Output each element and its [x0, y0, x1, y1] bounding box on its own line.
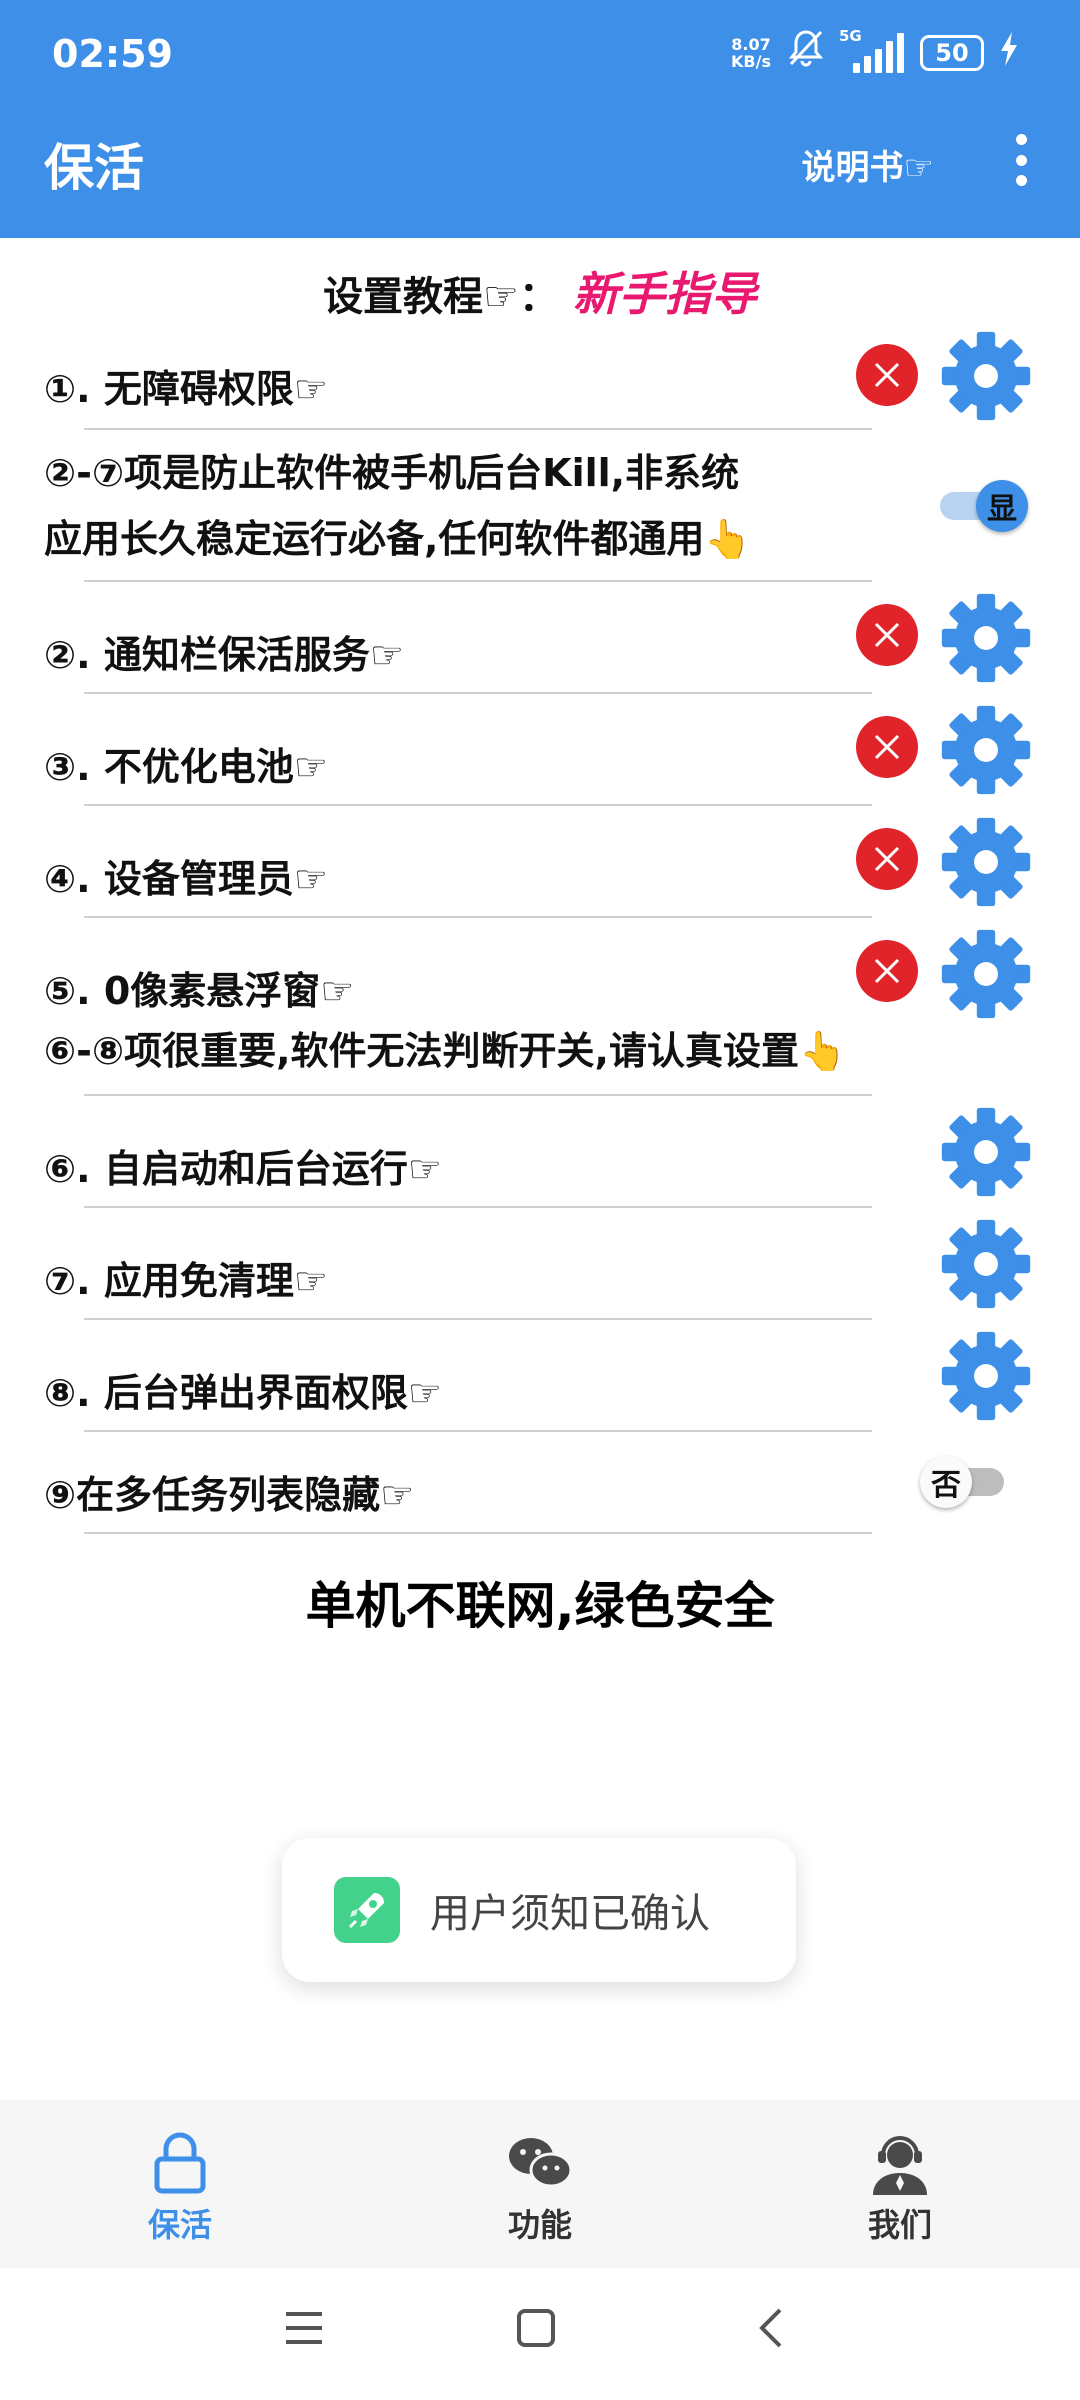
manual-link[interactable]: 说明书☞: [802, 140, 934, 189]
gear-icon[interactable]: [940, 1218, 1032, 1310]
hide-toggle-knob: 否: [920, 1456, 972, 1508]
divider: [84, 428, 872, 430]
device-admin-label: ④. 设备管理员☞: [44, 857, 328, 901]
charging-icon: [1000, 32, 1018, 73]
gear-icon[interactable]: [940, 592, 1032, 684]
lock-icon: [90, 2128, 270, 2198]
back-icon[interactable]: [752, 2308, 792, 2348]
divider: [84, 1532, 872, 1534]
gear-icon[interactable]: [940, 816, 1032, 908]
divider: [84, 804, 872, 806]
system-nav-bar: [0, 2268, 1080, 2400]
status-x-icon: [856, 828, 918, 890]
status-time: 02:59: [52, 32, 173, 76]
show-toggle[interactable]: 显: [936, 480, 1028, 532]
bottom-nav: 保活 功能 我们: [0, 2100, 1080, 2268]
show-toggle-knob: 显: [976, 480, 1028, 532]
gear-icon[interactable]: [940, 928, 1032, 1020]
toast: 用户须知已确认: [282, 1838, 796, 1982]
status-icons: 8.07 KB/s 5G 50: [731, 27, 1018, 77]
slogan: 单机不联网,绿色安全: [305, 1577, 775, 1635]
note-important: ⑥-⑧项很重要,软件无法判断开关,请认真设置👆: [44, 1029, 847, 1073]
status-x-icon: [856, 344, 918, 406]
accessibility-permission-label: ①. 无障碍权限☞: [44, 367, 328, 411]
gear-icon[interactable]: [940, 330, 1032, 422]
wechat-icon: [450, 2128, 630, 2198]
note-keepalive: ②-⑦项是防止软件被手机后台Kill,非系统 应用长久稳定运行必备,任何软件都通…: [44, 451, 752, 561]
divider: [84, 1206, 872, 1208]
menu-icon[interactable]: [284, 2308, 324, 2348]
rocket-icon: [334, 1877, 400, 1943]
signal-icon: 5G: [839, 27, 904, 73]
divider: [84, 692, 872, 694]
divider: [84, 1094, 872, 1096]
divider: [84, 916, 872, 918]
tutorial-label: 设置教程☞：: [323, 274, 559, 320]
net-speed: 8.07 KB/s: [731, 34, 771, 71]
gear-icon[interactable]: [940, 1106, 1032, 1198]
status-x-icon: [856, 940, 918, 1002]
gear-icon[interactable]: [940, 1330, 1032, 1422]
autostart-label: ⑥. 自启动和后台运行☞: [44, 1147, 442, 1191]
more-options-icon[interactable]: [1014, 134, 1028, 186]
page-title: 保活: [44, 139, 144, 197]
app-lock-clean-label: ⑦. 应用免清理☞: [44, 1259, 328, 1303]
battery-optimization-label: ③. 不优化电池☞: [44, 745, 328, 789]
nav-us[interactable]: 我们: [810, 2128, 990, 2246]
hide-in-recents-toggle[interactable]: 否: [920, 1456, 1010, 1508]
divider: [84, 1318, 872, 1320]
support-agent-icon: [810, 2128, 990, 2198]
hide-in-recents-label: ⑨在多任务列表隐藏☞: [44, 1473, 415, 1517]
floating-window-label: ⑤. 0像素悬浮窗☞: [44, 969, 355, 1013]
status-x-icon: [856, 604, 918, 666]
status-x-icon: [856, 716, 918, 778]
divider: [84, 580, 872, 582]
home-icon[interactable]: [516, 2308, 556, 2348]
app-header: 02:59 8.07 KB/s 5G 50 保活 说明书☞: [0, 0, 1080, 238]
notification-keepalive-label: ②. 通知栏保活服务☞: [44, 633, 404, 677]
battery-icon: 50: [920, 34, 984, 71]
nav-functions[interactable]: 功能: [450, 2128, 630, 2246]
tutorial-line: 设置教程☞： 新手指导: [0, 258, 1080, 324]
gear-icon[interactable]: [940, 704, 1032, 796]
beginner-guide-link[interactable]: 新手指导: [573, 267, 757, 321]
background-popup-label: ⑧. 后台弹出界面权限☞: [44, 1371, 442, 1415]
nav-keepalive[interactable]: 保活: [90, 2128, 270, 2246]
divider: [84, 1430, 872, 1432]
toast-message: 用户须知已确认: [430, 1891, 710, 1937]
mute-bell-icon: [787, 28, 825, 77]
